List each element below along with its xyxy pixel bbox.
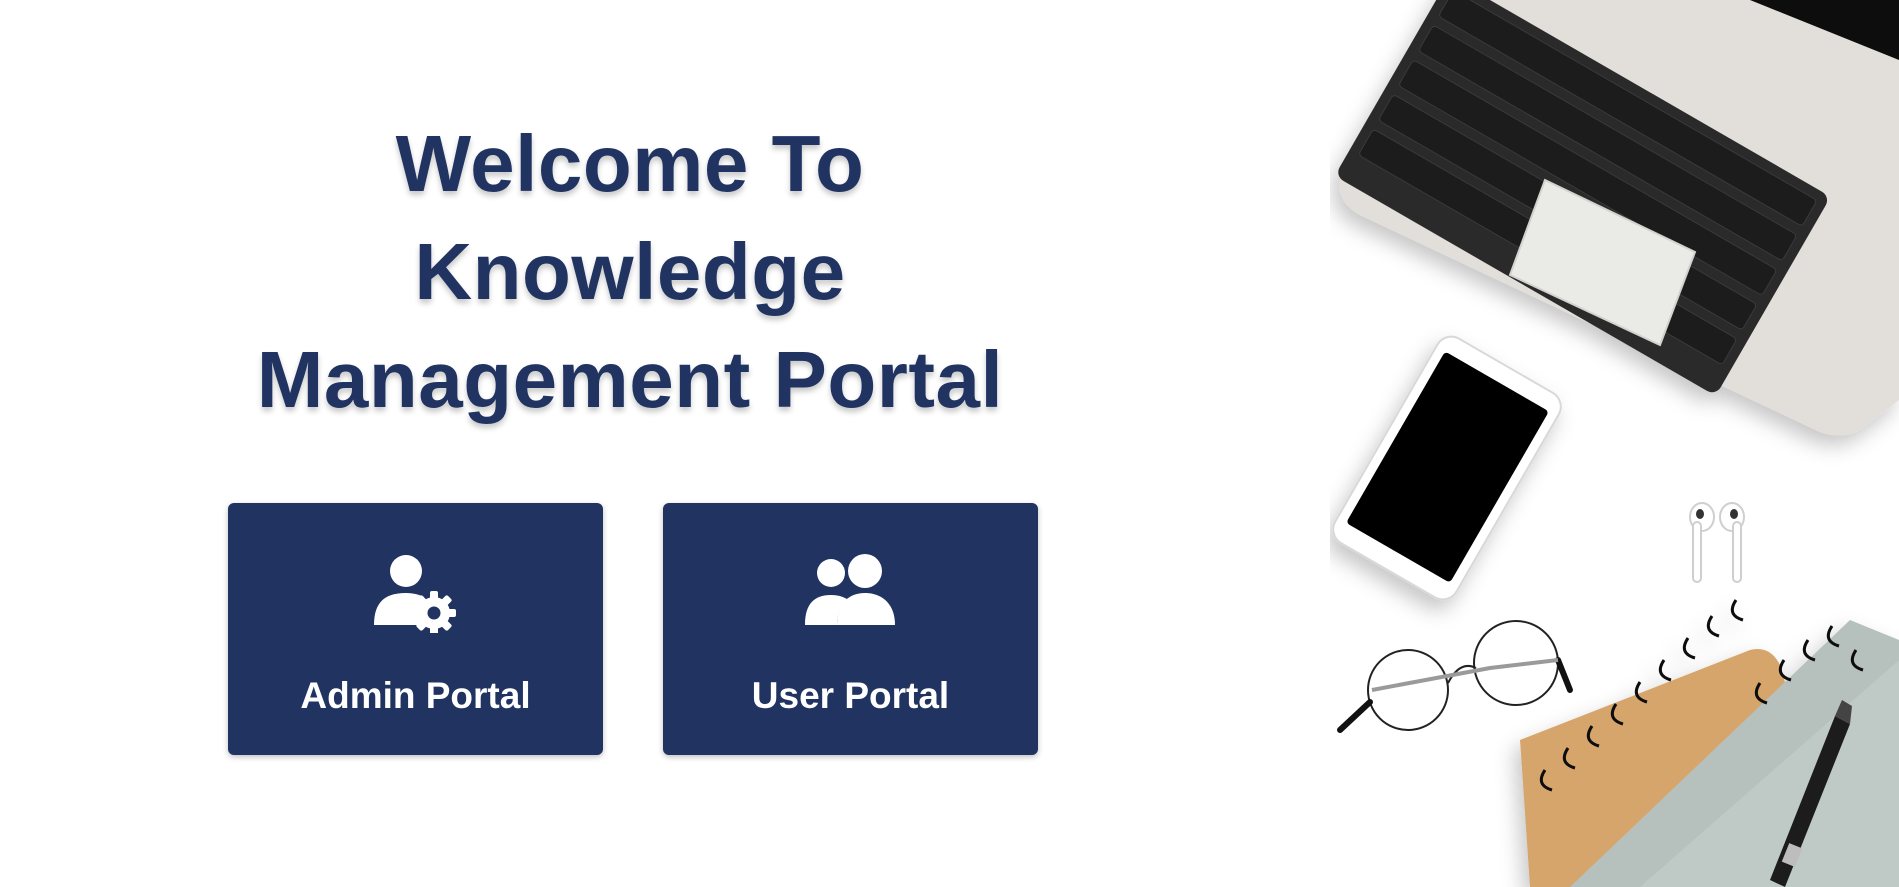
- earbuds-image: [1689, 502, 1745, 583]
- welcome-heading-line-2: Knowledge: [414, 227, 846, 316]
- users-icon: [804, 554, 895, 625]
- glasses-image: [1337, 620, 1573, 733]
- laptop-image: [1338, 0, 1899, 436]
- smartphone-image: [1332, 335, 1562, 601]
- welcome-heading-line-3: Management Portal: [256, 335, 1004, 424]
- desk-illustration: [1332, 0, 1899, 887]
- admin-portal-label: Admin Portal: [300, 675, 531, 716]
- user-portal-label: User Portal: [751, 675, 950, 716]
- user-gear-icon: [373, 555, 456, 633]
- admin-portal-button[interactable]: Admin Portal: [228, 503, 603, 755]
- user-portal-button[interactable]: User Portal: [663, 503, 1038, 755]
- welcome-heading: Welcome To Knowledge Management Portal: [200, 110, 1060, 434]
- welcome-heading-line-1: Welcome To: [395, 119, 865, 208]
- landing-page: Welcome To Knowledge Management Portal A…: [0, 0, 1899, 887]
